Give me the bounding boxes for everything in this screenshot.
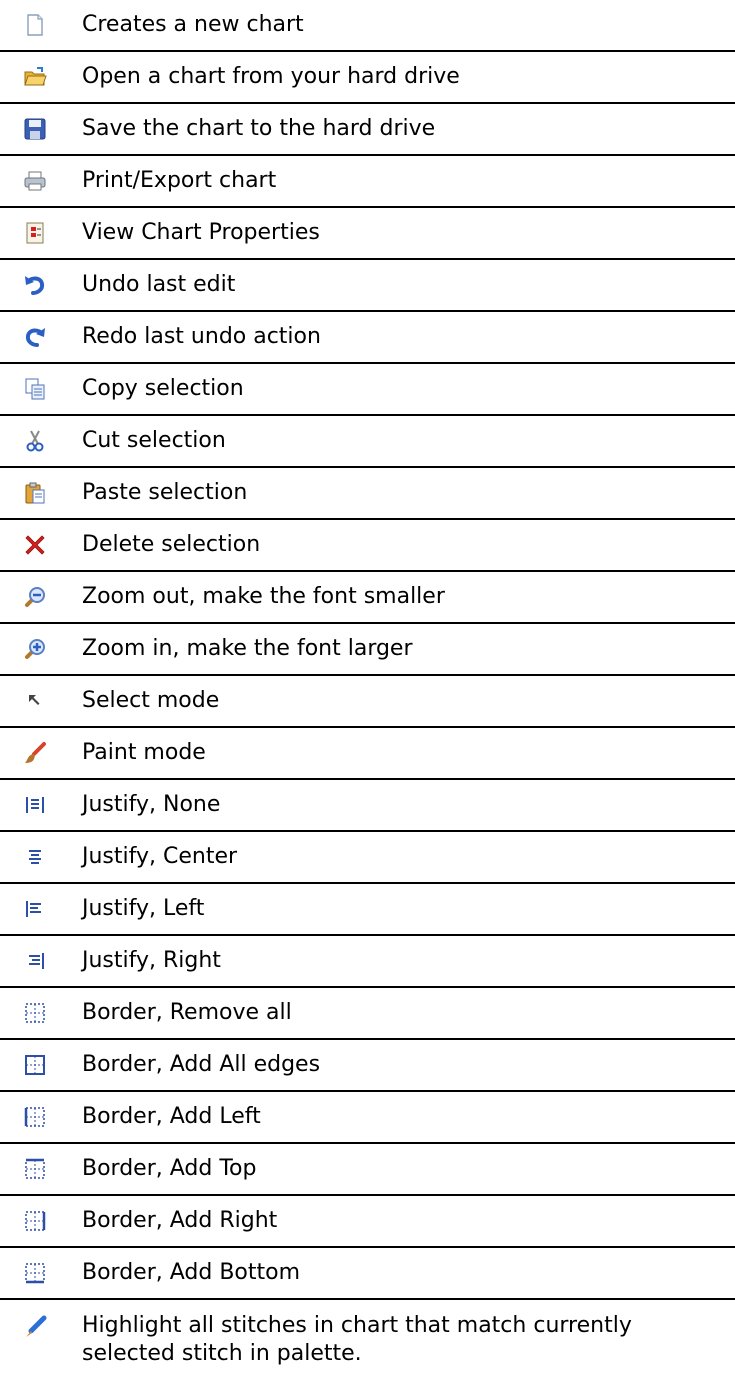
list-item: Border, Add Bottom — [0, 1248, 735, 1300]
list-item: Print/Export chart — [0, 156, 735, 208]
list-item-label: Zoom out, make the font smaller — [82, 584, 445, 609]
redo-icon — [20, 322, 50, 352]
list-item: Highlight all stitches in chart that mat… — [0, 1300, 735, 1382]
list-item-label: Border, Remove all — [82, 1000, 292, 1025]
list-item-label: Undo last edit — [82, 272, 236, 297]
border-left-icon — [20, 1102, 50, 1132]
zoom-in-icon — [20, 634, 50, 664]
list-item: Zoom in, make the font larger — [0, 624, 735, 676]
list-item-label: Cut selection — [82, 428, 226, 453]
border-right-icon — [20, 1206, 50, 1236]
list-item: Border, Add All edges — [0, 1040, 735, 1092]
list-item: Delete selection — [0, 520, 735, 572]
paste-icon — [20, 478, 50, 508]
list-item-label: Justify, Left — [82, 896, 205, 921]
list-item-label: Highlight all stitches in chart that mat… — [82, 1313, 632, 1366]
list-item-label: Border, Add Top — [82, 1156, 257, 1181]
cut-icon — [20, 426, 50, 456]
list-item-label: Delete selection — [82, 532, 261, 557]
list-item-label: Border, Add Right — [82, 1208, 278, 1233]
highlight-pen-icon — [20, 1312, 50, 1342]
save-disk-icon — [20, 114, 50, 144]
list-item-label: Zoom in, make the font larger — [82, 636, 413, 661]
list-item: Justify, None — [0, 780, 735, 832]
list-item: Redo last undo action — [0, 312, 735, 364]
list-item-label: Print/Export chart — [82, 168, 277, 193]
list-item: Justify, Right — [0, 936, 735, 988]
list-item: Cut selection — [0, 416, 735, 468]
open-folder-icon — [20, 62, 50, 92]
list-item: Paint mode — [0, 728, 735, 780]
list-item-label: Border, Add All edges — [82, 1052, 321, 1077]
list-item: Border, Add Left — [0, 1092, 735, 1144]
border-top-icon — [20, 1154, 50, 1184]
justify-right-icon — [20, 946, 50, 976]
list-item-label: Paste selection — [82, 480, 248, 505]
list-item: Justify, Left — [0, 884, 735, 936]
toolbar-legend-table: Creates a new chart Open a chart from yo… — [0, 0, 735, 1382]
list-item-label: Open a chart from your hard drive — [82, 64, 460, 89]
list-item: Paste selection — [0, 468, 735, 520]
list-item-label: Border, Add Left — [82, 1104, 261, 1129]
new-document-icon — [20, 10, 50, 40]
list-item: Zoom out, make the font smaller — [0, 572, 735, 624]
list-item-label: Border, Add Bottom — [82, 1260, 301, 1285]
justify-left-icon — [20, 894, 50, 924]
printer-icon — [20, 166, 50, 196]
list-item-label: Creates a new chart — [82, 12, 304, 37]
justify-center-icon — [20, 842, 50, 872]
properties-icon — [20, 218, 50, 248]
undo-icon — [20, 270, 50, 300]
list-item-label: Justify, Right — [82, 948, 221, 973]
list-item-label: Justify, Center — [82, 844, 238, 869]
list-item: Select mode — [0, 676, 735, 728]
list-item: Save the chart to the hard drive — [0, 104, 735, 156]
justify-none-icon — [20, 790, 50, 820]
list-item: Border, Add Top — [0, 1144, 735, 1196]
zoom-out-icon — [20, 582, 50, 612]
list-item-label: Justify, None — [82, 792, 221, 817]
list-item-label: Paint mode — [82, 740, 206, 765]
list-item: Justify, Center — [0, 832, 735, 884]
border-remove-all-icon — [20, 998, 50, 1028]
border-bottom-icon — [20, 1258, 50, 1288]
list-item: Open a chart from your hard drive — [0, 52, 735, 104]
list-item: Border, Remove all — [0, 988, 735, 1040]
paint-brush-icon — [20, 738, 50, 768]
list-item: View Chart Properties — [0, 208, 735, 260]
list-item-label: Select mode — [82, 688, 220, 713]
list-item-label: Save the chart to the hard drive — [82, 116, 436, 141]
delete-icon — [20, 530, 50, 560]
list-item: Copy selection — [0, 364, 735, 416]
select-arrow-icon — [20, 686, 50, 716]
list-item-label: Redo last undo action — [82, 324, 321, 349]
list-item-label: View Chart Properties — [82, 220, 320, 245]
list-item: Undo last edit — [0, 260, 735, 312]
list-item-label: Copy selection — [82, 376, 244, 401]
border-all-edges-icon — [20, 1050, 50, 1080]
list-item: Creates a new chart — [0, 0, 735, 52]
copy-icon — [20, 374, 50, 404]
list-item: Border, Add Right — [0, 1196, 735, 1248]
